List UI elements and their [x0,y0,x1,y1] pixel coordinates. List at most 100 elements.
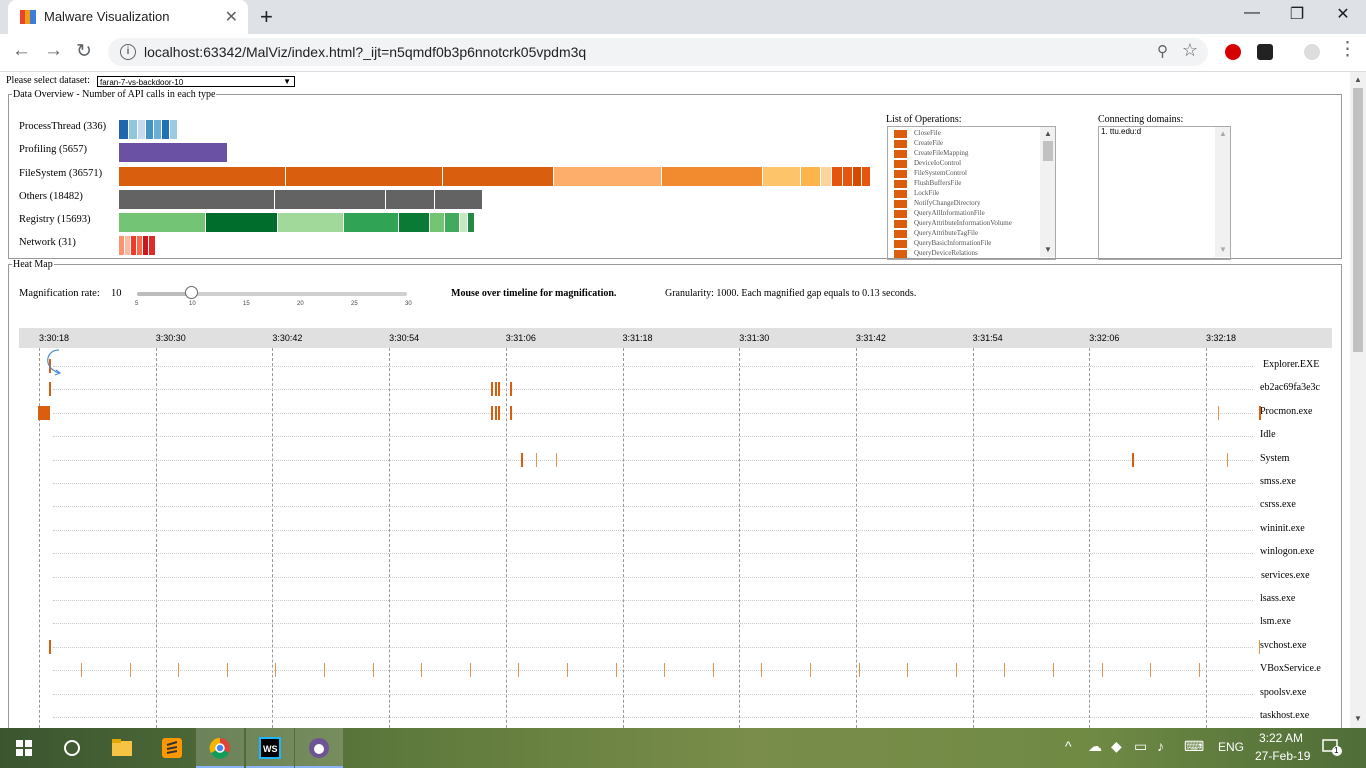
process-label[interactable]: System [1260,453,1289,464]
bar-segment-filesystem[interactable] [821,167,831,186]
bar-segment-registry[interactable] [344,213,398,232]
bar-segment-processthread[interactable] [119,120,128,139]
event-mark[interactable] [421,663,423,678]
event-mark[interactable] [1004,663,1006,678]
process-label[interactable]: taskhost.exe [1260,710,1309,721]
bar-segment-registry[interactable] [460,213,467,232]
process-label[interactable]: Explorer.EXE [1263,359,1319,370]
bar-segment-processthread[interactable] [129,120,137,139]
slider-thumb[interactable] [185,286,198,299]
process-label[interactable]: csrss.exe [1260,499,1296,510]
scroll-down-icon[interactable]: ▼ [1354,714,1362,723]
bar-segment-processthread[interactable] [146,120,153,139]
bar-segment-filesystem[interactable] [832,167,842,186]
event-mark[interactable] [498,405,500,420]
bar-segment-registry[interactable] [430,213,444,232]
bar-segment-filesystem[interactable] [554,167,661,186]
scroll-down-icon[interactable]: ▼ [1219,245,1227,254]
bar-segment-network[interactable] [125,236,130,255]
page-scrollbar[interactable]: ▲ ▼ [1350,72,1366,728]
url-text[interactable]: localhost:63342/MalViz/index.html?_ijt=n… [144,44,586,60]
bar-segment-filesystem[interactable] [443,167,553,186]
event-mark[interactable] [955,663,957,678]
domain-item[interactable]: 1. ttu.edu:d [1101,127,1141,136]
bar-segment-filesystem[interactable] [286,167,442,186]
bar-segment-registry[interactable] [399,213,429,232]
event-mark[interactable] [518,663,520,678]
event-mark[interactable] [129,663,131,678]
bar-segment-registry[interactable] [278,213,343,232]
event-mark[interactable] [1101,663,1103,678]
event-mark[interactable] [495,405,497,420]
bar-segment-profiling[interactable] [119,143,227,162]
timeline[interactable]: 3:30:18 3:30:30 3:30:42 3:30:54 3:31:06 3:31:… [19,328,1332,728]
domains-scrollbar[interactable]: ▲ ▼ [1215,127,1230,257]
bar-segment-registry[interactable] [468,213,474,232]
bar-segment-network[interactable] [143,236,148,255]
event-mark[interactable] [1259,405,1261,420]
operations-listbox[interactable]: CloseFile CreateFile CreateFileMapping Devi… [887,126,1056,260]
search-icon[interactable] [48,728,96,768]
maximize-button[interactable]: ❐ [1274,4,1320,24]
operations-scrollbar[interactable]: ▲ ▼ [1040,127,1055,257]
scroll-down-icon[interactable]: ▼ [1044,245,1052,254]
keyboard-icon[interactable]: ⌨ [1184,738,1204,755]
address-bar[interactable]: i localhost:63342/MalViz/index.html?_ijt… [108,38,1208,66]
chrome-icon[interactable] [196,728,244,768]
webstorm-icon[interactable]: WS [246,728,294,768]
event-mark[interactable] [491,382,493,397]
process-label[interactable]: lsass.exe [1260,593,1295,604]
clock-time[interactable]: 3:22 AM [1259,731,1303,745]
process-label[interactable]: wininit.exe [1260,523,1305,534]
scroll-up-icon[interactable]: ▲ [1219,129,1227,138]
process-label[interactable]: spoolsv.exe [1260,687,1306,698]
event-mark[interactable] [495,382,497,397]
event-mark[interactable] [510,405,512,420]
bar-segment-others[interactable] [275,190,385,209]
process-label[interactable]: svchost.exe [1260,640,1306,651]
show-hidden-icons-icon[interactable]: ^ [1065,738,1072,754]
event-mark[interactable] [469,663,471,678]
onedrive-icon[interactable]: ☁ [1088,738,1102,755]
page-scroll-thumb[interactable] [1353,88,1363,352]
event-mark[interactable] [49,382,51,397]
event-mark[interactable] [226,663,228,678]
event-mark[interactable] [858,663,860,678]
bar-segment-filesystem[interactable] [801,167,820,186]
bar-segment-network[interactable] [149,236,155,255]
forward-arrow-icon[interactable]: → [44,40,63,62]
bar-segment-filesystem[interactable] [662,167,762,186]
process-label[interactable]: eb2ac69fa3e3c [1260,382,1320,393]
bar-segment-others[interactable] [386,190,434,209]
event-mark[interactable] [510,382,512,397]
language-indicator[interactable]: ENG [1218,740,1244,754]
event-mark[interactable] [372,663,374,678]
operations-scroll-thumb[interactable] [1043,141,1053,161]
bar-segment-registry[interactable] [206,213,277,232]
browser-tab[interactable]: Malware Visualization ✕ [8,0,248,34]
bar-segment-processthread[interactable] [170,120,177,139]
process-label[interactable]: Idle [1260,429,1276,440]
event-mark[interactable] [556,452,557,467]
event-mark[interactable] [324,663,325,678]
process-label[interactable]: VBoxService.e [1260,663,1321,674]
clock-date[interactable]: 27-Feb-19 [1255,749,1310,763]
event-mark[interactable] [1227,452,1228,467]
event-mark[interactable] [1150,663,1152,678]
event-mark[interactable] [810,663,811,678]
bar-segment-others[interactable] [435,190,482,209]
zoom-icon[interactable]: ⚲ [1157,42,1168,60]
bar-segment-others[interactable] [119,190,274,209]
bar-segment-registry[interactable] [119,213,205,232]
notification-center-icon[interactable]: 1 [1322,738,1342,756]
event-mark[interactable] [1053,663,1054,678]
event-mark[interactable] [615,663,617,678]
jetbrains-extension-icon[interactable] [1257,44,1273,60]
sublime-text-icon[interactable] [148,728,196,768]
event-mark[interactable] [81,663,82,678]
bar-segment-filesystem[interactable] [862,167,870,186]
info-icon[interactable]: i [120,44,136,60]
event-mark[interactable] [567,663,568,678]
scroll-up-icon[interactable]: ▲ [1354,75,1362,84]
event-mark[interactable] [664,663,666,678]
